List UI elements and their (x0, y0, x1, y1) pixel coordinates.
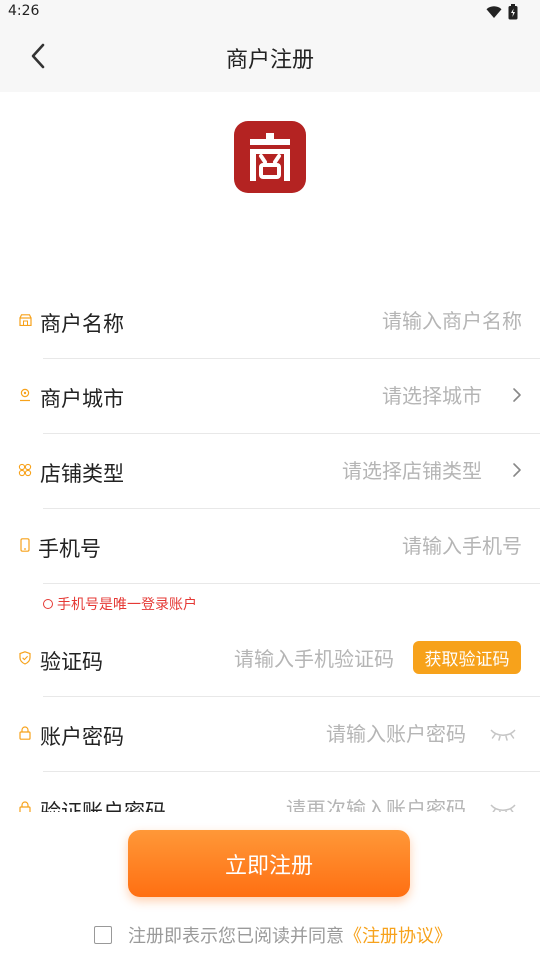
shield-icon (18, 651, 32, 665)
app-logo (234, 121, 306, 193)
submit-area: 立即注册 (128, 830, 410, 897)
agreement-text: 注册即表示您已阅读并同意 (128, 926, 344, 947)
divider (43, 583, 540, 584)
merchant-name-label: 商户名称 (40, 312, 124, 336)
phone-hint: 手机号是唯一登录账户 (43, 594, 197, 614)
location-icon (18, 388, 32, 402)
status-icons (486, 4, 518, 20)
registration-form: 商户名称 商户城市 店铺类型 手机号 手机号是唯一登 (0, 284, 540, 812)
merchant-logo-icon (250, 133, 290, 181)
agreement-link[interactable]: 《注册协议》 (344, 922, 452, 948)
password-label: 账户密码 (40, 725, 124, 749)
register-button[interactable]: 立即注册 (128, 830, 410, 897)
confirm-password-input[interactable] (210, 794, 466, 812)
merchant-city-select[interactable] (240, 381, 482, 411)
phone-icon (18, 538, 32, 552)
confirm-password-row: 验证账户密码 (0, 772, 540, 812)
agreement-checkbox[interactable] (94, 926, 112, 944)
phone-hint-text: 手机号是唯一登录账户 (57, 597, 197, 613)
store-icon (18, 313, 32, 327)
phone-input[interactable] (220, 531, 522, 561)
merchant-city-row[interactable]: 商户城市 (0, 359, 540, 434)
battery-icon (508, 4, 518, 20)
info-icon (43, 599, 53, 609)
verify-code-label: 验证码 (40, 650, 103, 674)
password-row: 账户密码 (0, 697, 540, 772)
category-icon (18, 463, 32, 477)
lock-icon (18, 726, 32, 740)
store-type-select[interactable] (200, 456, 482, 486)
nav-bar: 商户注册 (0, 24, 540, 92)
chevron-right-icon (510, 460, 524, 480)
eye-closed-icon[interactable] (488, 800, 518, 812)
verify-code-input[interactable] (160, 644, 394, 674)
store-type-row[interactable]: 店铺类型 (0, 434, 540, 509)
eye-closed-icon[interactable] (488, 725, 518, 743)
status-time: 4:26 (8, 3, 40, 19)
agreement: 注册即表示您已阅读并同意 《注册协议》 (94, 923, 452, 947)
store-type-label: 店铺类型 (40, 462, 124, 486)
phone-label: 手机号 (38, 537, 101, 561)
confirm-password-label: 验证账户密码 (40, 800, 166, 812)
verify-code-row: 验证码 获取验证码 (0, 622, 540, 697)
chevron-right-icon (510, 385, 524, 405)
lock-icon (18, 801, 32, 812)
password-input[interactable] (250, 719, 466, 749)
page-title: 商户注册 (225, 48, 314, 73)
merchant-name-row: 商户名称 (0, 284, 540, 359)
merchant-city-label: 商户城市 (40, 387, 124, 411)
phone-row: 手机号 (0, 509, 540, 584)
status-bar: 4:26 (0, 0, 540, 24)
merchant-name-input[interactable] (220, 306, 522, 336)
get-code-button[interactable]: 获取验证码 (413, 641, 521, 674)
wifi-icon (486, 6, 502, 18)
